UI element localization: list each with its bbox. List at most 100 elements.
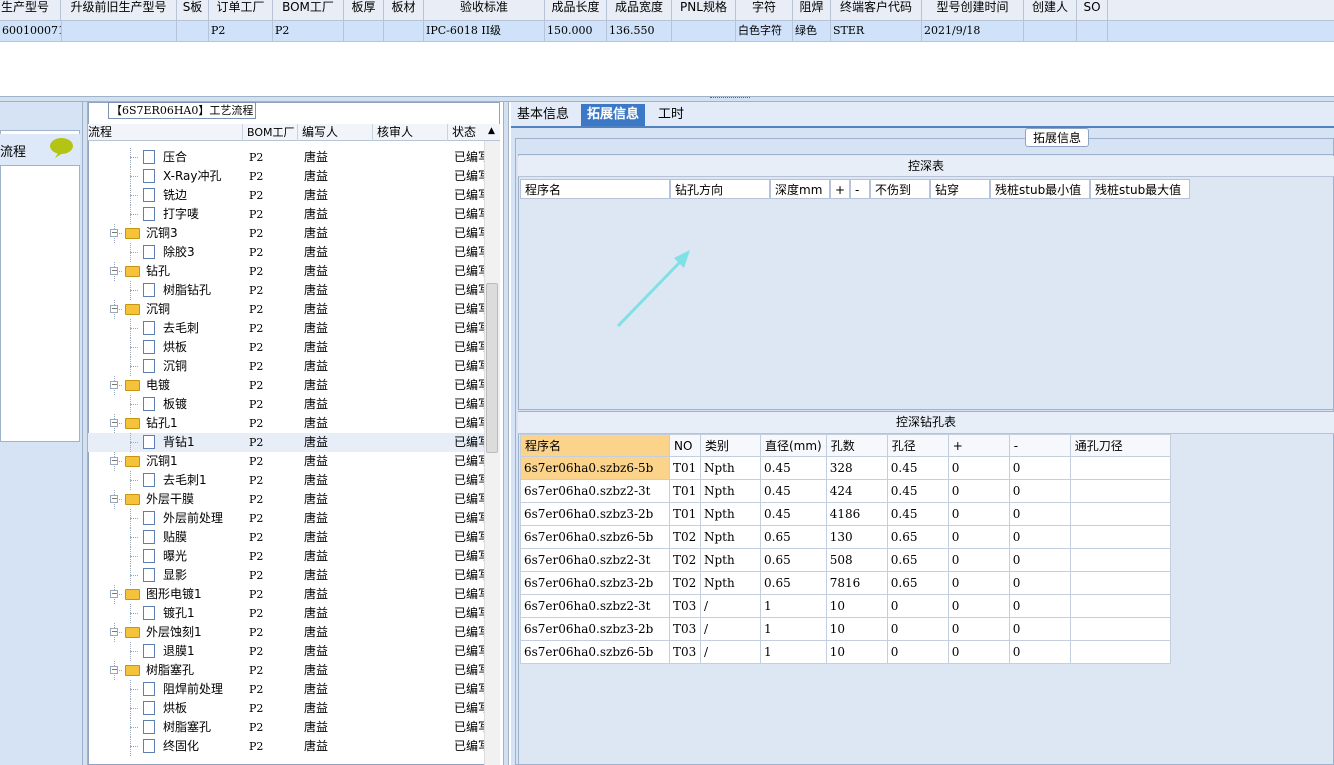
table-cell[interactable]: / bbox=[700, 617, 761, 641]
table-cell[interactable]: T03 bbox=[669, 617, 701, 641]
col-header[interactable]: 字符 bbox=[736, 0, 793, 20]
table-cell[interactable]: 10 bbox=[825, 594, 888, 618]
col-header[interactable]: + bbox=[830, 179, 850, 199]
table-cell[interactable]: Npth bbox=[700, 571, 761, 595]
col-header[interactable]: NO bbox=[669, 434, 701, 457]
tree-row[interactable]: 除胶3 P2 唐益 已编写 bbox=[88, 243, 486, 262]
table-row[interactable]: 6s7er06ha0.szbz3-2b T01 Npth 0.45 4186 0.45 0 0 bbox=[520, 502, 1171, 526]
chat-bubble-icon[interactable] bbox=[49, 137, 74, 159]
table-cell[interactable]: 328 bbox=[825, 456, 888, 480]
table-cell[interactable]: 4186 bbox=[825, 502, 888, 526]
col-header[interactable]: 阻焊 bbox=[793, 0, 831, 20]
table-cell[interactable]: 6s7er06ha0.szbz6-5b bbox=[520, 525, 670, 549]
tree-row[interactable]: 去毛刺1 P2 唐益 已编写 bbox=[88, 471, 486, 490]
tree-row[interactable]: − 钻孔1 P2 唐益 已编写 bbox=[88, 414, 486, 433]
table-cell[interactable]: T01 bbox=[669, 479, 701, 503]
table-cell[interactable]: 0.45 bbox=[886, 456, 949, 480]
table-cell[interactable]: 0 bbox=[1008, 548, 1071, 572]
table-cell[interactable]: Npth bbox=[700, 479, 761, 503]
col-header[interactable]: 板厚 bbox=[344, 0, 384, 20]
table-cell[interactable]: 508 bbox=[825, 548, 888, 572]
table-cell[interactable]: 0.65 bbox=[886, 548, 949, 572]
tree-row[interactable]: 烘板 P2 唐益 已编写 bbox=[88, 699, 486, 718]
table-cell[interactable]: / bbox=[700, 594, 761, 618]
table-cell[interactable]: 0 bbox=[1008, 594, 1071, 618]
tree-row[interactable]: 去毛刺 P2 唐益 已编写 bbox=[88, 319, 486, 338]
collapse-toggle-icon[interactable]: − bbox=[110, 381, 118, 389]
table-row[interactable]: 6s7er06ha0.szbz3-2b T02 Npth 0.65 7816 0.65 0 0 bbox=[520, 571, 1171, 595]
col-header[interactable]: 流程 bbox=[88, 124, 243, 141]
table-row[interactable]: 6s7er06ha0.szbz2-3t T03/1 10 0 0 0 bbox=[520, 594, 1171, 618]
table-cell[interactable]: 6s7er06ha0.szbz2-3t bbox=[520, 594, 670, 618]
tree-row[interactable]: − 图形电镀1 P2 唐益 已编写 bbox=[88, 585, 486, 604]
table-cell[interactable]: 0 bbox=[886, 617, 949, 641]
collapse-toggle-icon[interactable]: − bbox=[110, 590, 118, 598]
col-header[interactable]: 直径(mm) bbox=[760, 434, 827, 457]
tree-row[interactable]: 树脂塞孔 P2 唐益 已编写 bbox=[88, 718, 486, 737]
table-cell[interactable]: 0 bbox=[947, 571, 1010, 595]
table-cell[interactable]: 0.65 bbox=[760, 525, 827, 549]
table-cell[interactable]: 0 bbox=[1008, 617, 1071, 641]
table-cell[interactable]: 0.65 bbox=[886, 571, 949, 595]
table-cell[interactable]: 0 bbox=[947, 525, 1010, 549]
table-cell[interactable] bbox=[1069, 617, 1171, 641]
table-cell[interactable]: 6s7er06ha0.szbz2-3t bbox=[520, 479, 670, 503]
table-cell[interactable]: T02 bbox=[669, 571, 701, 595]
tree-row[interactable]: − 树脂塞孔 P2 唐益 已编写 bbox=[88, 661, 486, 680]
table-cell[interactable]: 10 bbox=[825, 617, 888, 641]
table-row[interactable]: 6s7er06ha0.szbz3-2b T03/1 10 0 0 0 bbox=[520, 617, 1171, 641]
table-row[interactable]: 6s7er06ha0.szbz6-5b T03/1 10 0 0 0 bbox=[520, 640, 1171, 664]
table-cell[interactable]: 0.65 bbox=[886, 525, 949, 549]
table-cell[interactable] bbox=[1069, 571, 1171, 595]
col-header[interactable]: 成品长度 bbox=[545, 0, 607, 20]
table-cell[interactable]: 1 bbox=[760, 640, 827, 664]
col-header[interactable]: 孔数 bbox=[825, 434, 888, 457]
splitter-grip[interactable] bbox=[710, 97, 750, 101]
table-cell[interactable]: Npth bbox=[700, 548, 761, 572]
col-header[interactable]: 升级前旧生产型号 bbox=[61, 0, 177, 20]
col-header[interactable]: 深度mm bbox=[770, 179, 830, 199]
col-header[interactable]: 残桩stub最大值 bbox=[1090, 179, 1190, 199]
tree-row[interactable]: 烘板 P2 唐益 已编写 bbox=[88, 338, 486, 357]
col-header[interactable]: 钻穿 bbox=[930, 179, 990, 199]
tree-row[interactable]: 镀孔1 P2 唐益 已编写 bbox=[88, 604, 486, 623]
col-header[interactable]: 型号创建时间 bbox=[922, 0, 1024, 20]
col-header[interactable]: 生产型号 bbox=[0, 0, 61, 20]
col-header[interactable]: BOM工厂 bbox=[243, 124, 298, 141]
table-cell[interactable]: 0 bbox=[947, 456, 1010, 480]
collapse-toggle-icon[interactable]: − bbox=[110, 457, 118, 465]
col-header[interactable]: 钻孔方向 bbox=[670, 179, 770, 199]
tree-row[interactable]: 铣边 P2 唐益 已编写 bbox=[88, 186, 486, 205]
table-cell[interactable]: 1 bbox=[760, 594, 827, 618]
sidebar-label[interactable]: 流程 bbox=[0, 141, 26, 160]
table-cell[interactable]: 0 bbox=[1008, 502, 1071, 526]
tree-row[interactable]: − 钻孔 P2 唐益 已编写 bbox=[88, 262, 486, 281]
tree-row[interactable]: 背钻1 P2 唐益 已编写 bbox=[88, 433, 486, 452]
col-header[interactable]: 程序名 bbox=[520, 179, 670, 199]
table-cell[interactable]: 0.65 bbox=[760, 571, 827, 595]
tree-row[interactable]: − 外层干膜 P2 唐益 已编写 bbox=[88, 490, 486, 509]
tree-row[interactable]: 压合 P2 唐益 已编写 bbox=[88, 148, 486, 167]
table-cell[interactable]: 0 bbox=[947, 640, 1010, 664]
table-cell[interactable]: T02 bbox=[669, 525, 701, 549]
table-cell[interactable]: T01 bbox=[669, 502, 701, 526]
table-cell[interactable]: 6s7er06ha0.szbz3-2b bbox=[520, 617, 670, 641]
collapse-toggle-icon[interactable]: − bbox=[110, 229, 118, 237]
table-row[interactable]: 6s7er06ha0.szbz6-5b T01 Npth 0.45 328 0.45 0 0 bbox=[520, 456, 1171, 480]
table-cell[interactable]: 0.45 bbox=[886, 502, 949, 526]
table-cell[interactable]: 0 bbox=[1008, 456, 1071, 480]
tree-scrollbar-thumb[interactable] bbox=[486, 283, 498, 453]
table-cell[interactable]: 6s7er06ha0.szbz2-3t bbox=[520, 548, 670, 572]
table-cell[interactable]: 0 bbox=[1008, 479, 1071, 503]
tab-work-hours[interactable]: 工时 bbox=[652, 104, 690, 126]
col-header[interactable]: - bbox=[850, 179, 870, 199]
col-header[interactable]: 编写人 bbox=[298, 124, 373, 141]
collapse-toggle-icon[interactable]: − bbox=[110, 267, 118, 275]
col-header[interactable]: 板材 bbox=[384, 0, 424, 20]
tree-row[interactable]: 显影 P2 唐益 已编写 bbox=[88, 566, 486, 585]
table-cell[interactable]: 10 bbox=[825, 640, 888, 664]
col-header[interactable]: PNL规格 bbox=[672, 0, 736, 20]
collapse-toggle-icon[interactable]: − bbox=[110, 305, 118, 313]
col-header[interactable]: 终端客户代码 bbox=[831, 0, 922, 20]
table-cell[interactable]: Npth bbox=[700, 525, 761, 549]
